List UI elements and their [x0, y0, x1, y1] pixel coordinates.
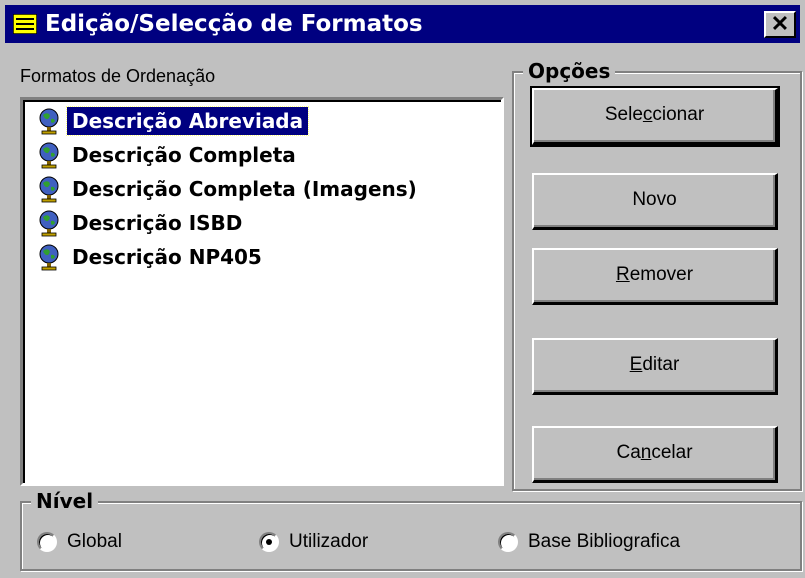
button-accelerator: R	[615, 264, 630, 285]
radio-global[interactable]: Global	[37, 529, 122, 555]
list-item[interactable]: Descrição Abreviada	[35, 106, 310, 136]
formats-listbox[interactable]: Descrição Abreviada Descrição Completa D…	[20, 97, 504, 486]
list-item-label: Descrição ISBD	[72, 211, 243, 235]
button-text: emover	[629, 264, 694, 285]
list-item[interactable]: Descrição Completa	[35, 140, 301, 170]
list-item-label: Descrição Abreviada	[65, 106, 310, 136]
radio-selected-dot	[266, 539, 272, 545]
button-text: Sele	[604, 104, 643, 125]
list-item-label: Descrição Completa	[72, 143, 296, 167]
globe-icon	[39, 244, 59, 271]
button-text: Ca	[616, 442, 641, 463]
radio-circle[interactable]	[37, 532, 57, 552]
new-button[interactable]: Novo	[532, 173, 778, 230]
list-item[interactable]: Descrição ISBD	[35, 208, 247, 238]
button-text: cionar	[652, 104, 705, 125]
radio-label: Global	[67, 531, 122, 552]
level-group	[20, 501, 802, 571]
radio-label: Utilizador	[289, 531, 369, 552]
list-item[interactable]: Descrição Completa (Imagens)	[35, 174, 422, 204]
radio-circle[interactable]	[259, 532, 279, 552]
button-text: celar	[651, 442, 693, 463]
close-icon: ✕	[770, 11, 790, 36]
close-button[interactable]: ✕	[764, 11, 796, 38]
radio-label: Base Bibliografica	[528, 531, 681, 552]
dialog-window: Edição/Selecção de Formatos ✕ Formatos d…	[0, 0, 805, 578]
title-bar[interactable]: Edição/Selecção de Formatos ✕	[5, 5, 800, 43]
remove-button[interactable]: Remover	[532, 248, 778, 305]
radio-circle[interactable]	[498, 532, 518, 552]
button-text: ditar	[642, 354, 680, 375]
globe-icon	[39, 142, 59, 169]
cancel-button[interactable]: Cancelar	[532, 426, 778, 483]
button-accelerator: c	[642, 104, 653, 125]
select-button[interactable]: Seleccionar	[530, 86, 780, 147]
formats-list-label: Formatos de Ordenação	[20, 66, 216, 86]
list-item-label: Descrição Completa (Imagens)	[72, 177, 417, 201]
list-item[interactable]: Descrição NP405	[35, 242, 267, 272]
button-accelerator: n	[640, 442, 652, 463]
window-title: Edição/Selecção de Formatos	[45, 11, 423, 37]
button-accelerator: E	[629, 354, 643, 375]
list-item-label: Descrição NP405	[72, 245, 262, 269]
window-icon	[13, 14, 37, 34]
button-text: Novo	[632, 189, 677, 210]
globe-icon	[39, 210, 59, 237]
edit-button[interactable]: Editar	[532, 338, 778, 395]
radio-utilizador[interactable]: Utilizador	[259, 529, 368, 555]
level-legend: Nível	[31, 490, 99, 512]
globe-icon	[39, 108, 59, 135]
globe-icon	[39, 176, 59, 203]
options-legend: Opções	[523, 60, 616, 82]
radio-base-bibliografica[interactable]: Base Bibliografica	[498, 529, 680, 555]
